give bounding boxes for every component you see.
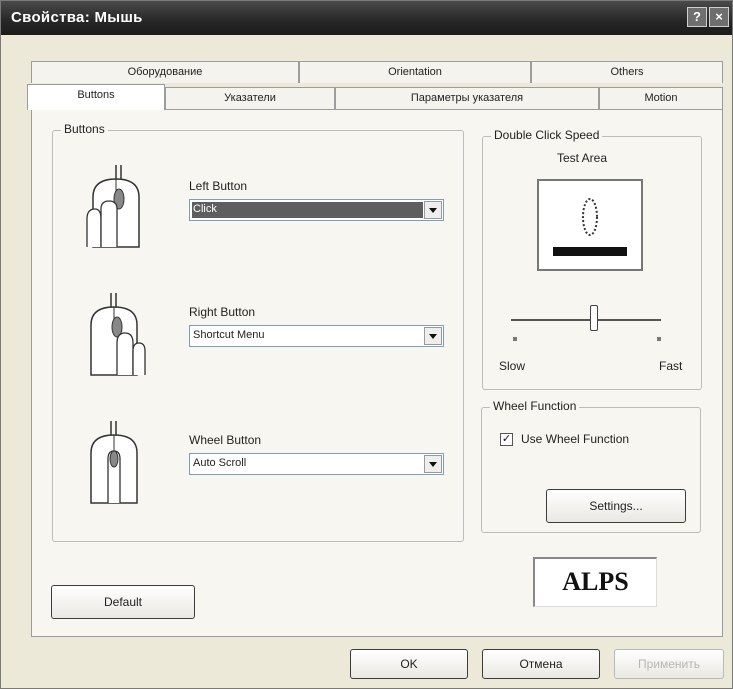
tab-orientation[interactable]: Orientation xyxy=(299,61,531,83)
test-area[interactable] xyxy=(537,179,643,271)
tab-pointer-options[interactable]: Параметры указателя xyxy=(335,87,599,109)
ok-button[interactable]: OK xyxy=(350,649,468,679)
double-click-speed-label: Double Click Speed xyxy=(491,128,603,142)
slow-label: Slow xyxy=(499,359,526,373)
double-click-slider-thumb[interactable] xyxy=(589,305,598,331)
fast-label: Fast xyxy=(659,359,683,373)
cancel-button[interactable]: Отмена xyxy=(482,649,600,679)
use-wheel-checkbox[interactable]: ✓ xyxy=(500,433,513,446)
test-area-target-icon xyxy=(553,198,627,256)
tab-buttons[interactable]: Buttons xyxy=(27,84,165,110)
left-button-value: Click xyxy=(193,203,217,215)
window-title: Свойства: Мышь xyxy=(11,9,143,26)
checkmark-icon: ✓ xyxy=(501,433,512,445)
mouse-right-button-icon xyxy=(90,293,146,376)
help-button[interactable]: ? xyxy=(687,7,707,27)
use-wheel-label[interactable]: Use Wheel Function xyxy=(521,432,629,446)
slider-tick xyxy=(657,337,661,341)
right-button-select[interactable]: Shortcut Menu xyxy=(189,325,444,347)
mouse-left-button-icon xyxy=(86,165,140,248)
buttons-group-label: Buttons xyxy=(61,122,108,136)
right-button-value: Shortcut Menu xyxy=(193,329,265,341)
left-button-label: Left Button xyxy=(189,179,248,193)
wheel-function-label: Wheel Function xyxy=(490,399,580,413)
wheel-button-select[interactable]: Auto Scroll xyxy=(189,453,444,475)
left-button-select[interactable]: Click xyxy=(189,199,444,221)
tab-hardware[interactable]: Оборудование xyxy=(31,61,299,83)
alps-logo: ALPS xyxy=(533,557,657,607)
mouse-wheel-button-icon xyxy=(90,421,138,504)
wheel-button-value: Auto Scroll xyxy=(193,457,247,469)
mouse-properties-window: Свойства: Мышь ? × Оборудование Orientat… xyxy=(0,0,733,689)
chevron-down-icon[interactable] xyxy=(424,327,442,345)
close-button[interactable]: × xyxy=(709,7,729,27)
test-area-label: Test Area xyxy=(557,151,608,165)
tab-pointers[interactable]: Указатели xyxy=(165,87,335,109)
default-button[interactable]: Default xyxy=(51,585,195,619)
buttons-group: Buttons Left Button Click Right Button S… xyxy=(52,122,464,542)
tab-others[interactable]: Others xyxy=(531,61,723,83)
wheel-button-label: Wheel Button xyxy=(189,433,262,447)
apply-button[interactable]: Применить xyxy=(614,649,724,679)
right-button-label: Right Button xyxy=(189,305,256,319)
title-bar[interactable]: Свойства: Мышь ? × xyxy=(1,1,732,35)
tab-motion[interactable]: Motion xyxy=(599,87,723,109)
chevron-down-icon[interactable] xyxy=(424,201,442,219)
double-click-slider-track[interactable] xyxy=(511,319,661,321)
chevron-down-icon[interactable] xyxy=(424,455,442,473)
slider-tick xyxy=(513,337,517,341)
settings-button[interactable]: Settings... xyxy=(546,489,686,523)
